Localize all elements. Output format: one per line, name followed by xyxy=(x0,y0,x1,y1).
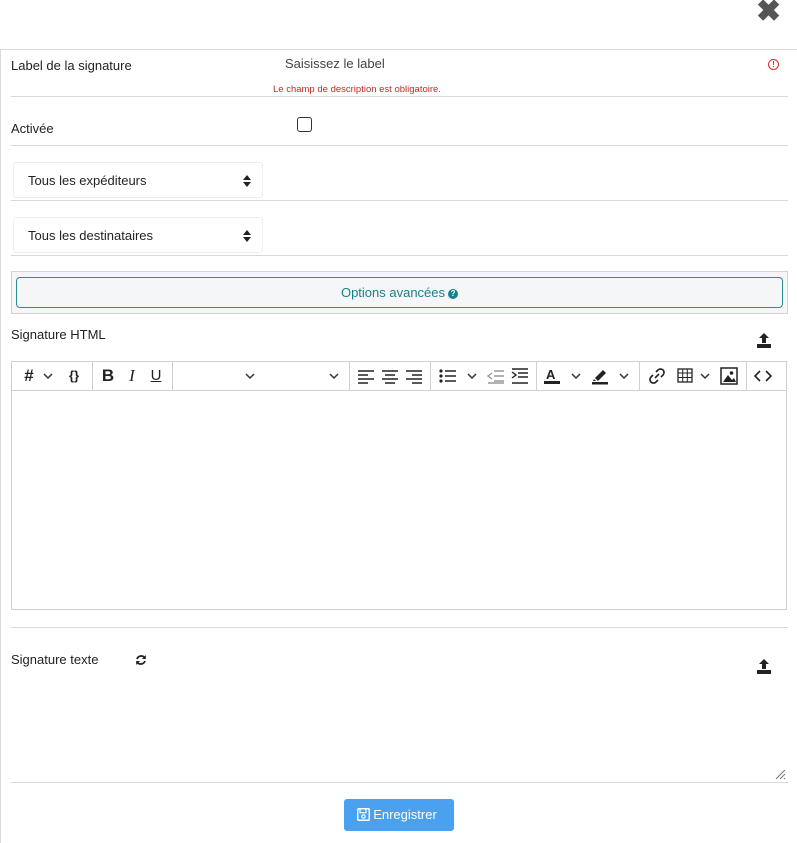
active-checkbox[interactable] xyxy=(297,117,312,132)
recipients-select[interactable]: Tous les destinataires xyxy=(13,217,263,253)
text-signature-textarea[interactable] xyxy=(11,676,788,782)
sort-arrows-icon xyxy=(243,230,251,242)
divider xyxy=(11,96,788,97)
divider xyxy=(11,200,788,201)
italic-button[interactable]: I xyxy=(125,367,139,385)
source-code-icon[interactable] xyxy=(753,368,773,384)
font-family-select[interactable] xyxy=(180,367,240,385)
label-input[interactable]: Saisissez le label xyxy=(285,56,765,71)
resize-handle-icon[interactable] xyxy=(774,768,786,780)
active-label: Activée xyxy=(11,121,54,136)
html-signature-label: Signature HTML xyxy=(11,327,106,342)
link-icon[interactable] xyxy=(648,367,666,385)
divider xyxy=(11,782,788,783)
toolbar-separator xyxy=(172,362,173,390)
error-icon: ! xyxy=(768,59,779,70)
senders-select[interactable]: Tous les expéditeurs xyxy=(13,162,263,198)
divider xyxy=(11,145,788,146)
outdent-icon[interactable] xyxy=(487,368,505,384)
text-color-icon[interactable]: A xyxy=(543,367,561,385)
underline-button[interactable]: U xyxy=(149,367,163,385)
label-field-label: Label de la signature xyxy=(11,58,132,73)
advanced-options-label: Options avancées xyxy=(340,285,446,300)
align-center-icon[interactable] xyxy=(381,368,399,384)
editor-toolbar: # {} B I U A xyxy=(12,362,786,391)
toolbar-separator xyxy=(746,362,747,390)
chevron-down-icon[interactable] xyxy=(244,367,256,385)
chevron-down-icon[interactable] xyxy=(328,367,340,385)
chevron-down-icon[interactable] xyxy=(466,367,478,385)
chevron-down-icon[interactable] xyxy=(570,367,582,385)
chevron-down-icon[interactable] xyxy=(699,367,711,385)
text-signature-label: Signature texte xyxy=(11,652,99,667)
upload-icon[interactable] xyxy=(756,658,772,674)
upload-icon[interactable] xyxy=(756,332,772,348)
toolbar-separator xyxy=(639,362,640,390)
font-size-select[interactable] xyxy=(267,367,322,385)
bullet-list-icon[interactable] xyxy=(439,368,457,384)
indent-icon[interactable] xyxy=(511,368,529,384)
toolbar-separator xyxy=(536,362,537,390)
help-icon: ? xyxy=(448,288,459,299)
close-icon[interactable]: ✖ xyxy=(756,0,781,27)
senders-select-value: Tous les expéditeurs xyxy=(28,173,147,188)
sync-icon[interactable] xyxy=(135,654,147,666)
toolbar-separator xyxy=(349,362,350,390)
save-button-label: Enregistrer xyxy=(373,807,437,822)
floppy-disk-icon xyxy=(357,808,370,821)
variables-button[interactable]: {} xyxy=(66,367,82,385)
heading-button[interactable]: # xyxy=(22,367,36,385)
svg-text:A: A xyxy=(546,367,556,382)
highlight-color-icon[interactable] xyxy=(591,367,609,385)
recipients-select-value: Tous les destinataires xyxy=(28,228,154,243)
image-icon[interactable] xyxy=(720,367,738,385)
chevron-down-icon[interactable] xyxy=(42,367,54,385)
toolbar-separator xyxy=(92,362,93,390)
toolbar-separator xyxy=(430,362,431,390)
align-left-icon[interactable] xyxy=(357,368,375,384)
chevron-down-icon[interactable] xyxy=(618,367,630,385)
advanced-options-button[interactable]: Options avancées? xyxy=(16,277,783,308)
sort-arrows-icon xyxy=(243,175,251,187)
bold-button[interactable]: B xyxy=(101,367,115,385)
align-right-icon[interactable] xyxy=(405,368,423,384)
html-editor[interactable] xyxy=(11,361,787,610)
save-button[interactable]: Enregistrer xyxy=(344,799,454,831)
table-icon[interactable] xyxy=(677,368,693,383)
label-error-message: Le champ de description est obligatoire. xyxy=(273,84,441,95)
divider xyxy=(11,627,788,628)
divider xyxy=(11,255,788,256)
